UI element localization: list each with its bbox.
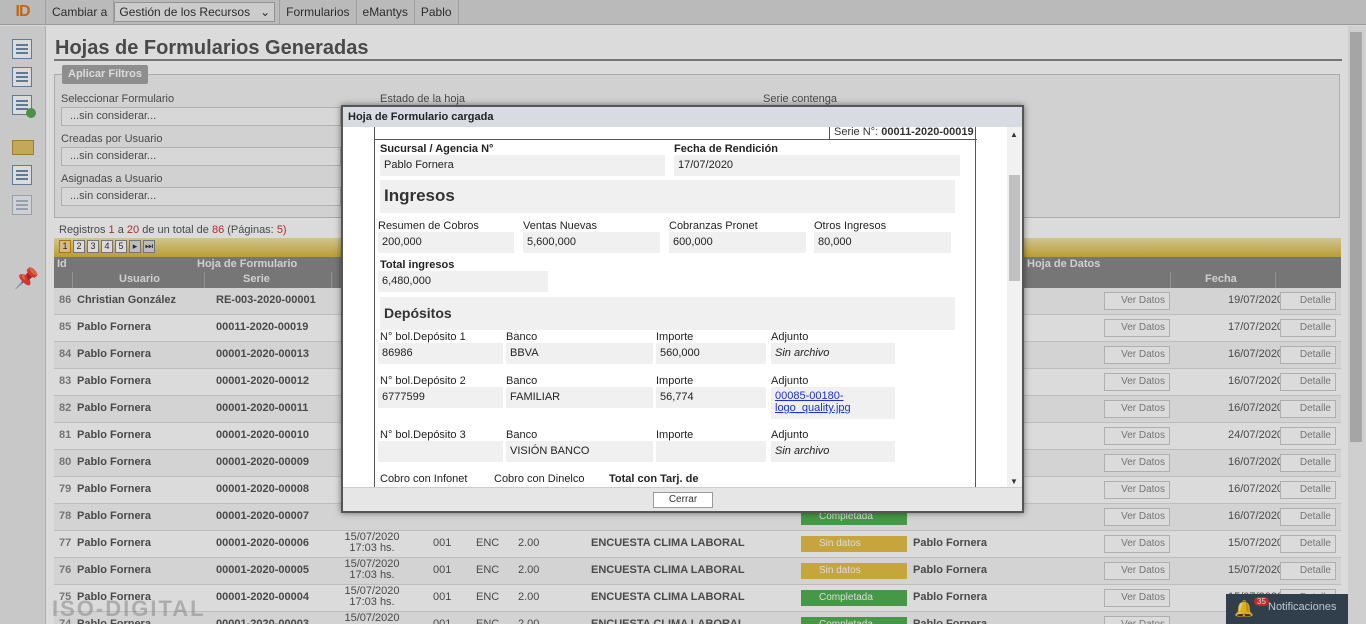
- deposit-1-bank-label: Banco: [506, 331, 538, 343]
- resumen-field: 200,000: [378, 232, 514, 253]
- deposit-1-attach: Sin archivo: [771, 343, 895, 364]
- modal-footer: Cerrar: [343, 487, 1022, 511]
- dinelco-label: Cobro con Dinelco: [494, 473, 585, 485]
- deposit-1-number: 86986: [378, 343, 503, 364]
- deposit-3-bank: VISIÓN BANCO: [506, 441, 653, 462]
- deposit-2-amount-label: Importe: [656, 375, 694, 387]
- form-sheet-modal: Hoja de Formulario cargada Serie N°: 000…: [341, 105, 1024, 513]
- deposit-1-amount-label: Importe: [656, 331, 694, 343]
- infonet-label: Cobro con Infonet: [380, 473, 468, 485]
- total-label: Total ingresos: [380, 259, 455, 271]
- ingresos-section: Ingresos: [380, 180, 955, 213]
- serie-box: Serie N°: 00011-2020-00019: [829, 127, 977, 140]
- sucursal-field: Pablo Fornera: [380, 155, 665, 176]
- deposit-2-bank: FAMILIAR: [506, 387, 653, 408]
- tarjeta-label: Total con Tarj. de: [609, 473, 699, 485]
- deposit-1-bank: BBVA: [506, 343, 653, 364]
- ventas-label: Ventas Nuevas: [523, 220, 597, 232]
- deposit-3-amount-label: Importe: [656, 429, 694, 441]
- deposit-3-amount: [656, 441, 766, 462]
- deposit-2-label: N° bol.Depósito 2: [380, 375, 466, 387]
- deposit-2-amount: 56,774: [656, 387, 766, 408]
- deposit-2-number: 6777599: [378, 387, 503, 408]
- form-sheet: Serie N°: 00011-2020-00019 Sucursal / Ag…: [374, 127, 977, 489]
- deposit-1-label: N° bol.Depósito 1: [380, 331, 466, 343]
- modal-scroll-thumb[interactable]: [1009, 175, 1020, 281]
- deposit-3-number: [378, 441, 503, 462]
- cobranzas-field: 600,000: [669, 232, 806, 253]
- deposit-3-attach-label: Adjunto: [771, 429, 809, 441]
- depositos-section: Depósitos: [380, 297, 955, 330]
- attachment-link[interactable]: 00085-00180- logo_quality.jpg: [775, 390, 851, 414]
- deposit-3-bank-label: Banco: [506, 429, 538, 441]
- fecha-label: Fecha de Rendición: [674, 143, 778, 155]
- deposit-2-attach-label: Adjunto: [771, 375, 809, 387]
- scroll-down-icon[interactable]: ▼: [1010, 477, 1018, 486]
- modal-scrollbar[interactable]: ▲ ▼: [1007, 127, 1022, 489]
- modal-body: Serie N°: 00011-2020-00019 Sucursal / Ag…: [343, 127, 1022, 489]
- otros-field: 80,000: [814, 232, 951, 253]
- deposit-2-attach: 00085-00180- logo_quality.jpg: [771, 387, 895, 419]
- deposit-3-label: N° bol.Depósito 3: [380, 429, 466, 441]
- deposit-1-attach-label: Adjunto: [771, 331, 809, 343]
- deposit-1-amount: 560,000: [656, 343, 766, 364]
- scroll-up-icon[interactable]: ▲: [1010, 130, 1018, 139]
- modal-title: Hoja de Formulario cargada: [343, 107, 1022, 127]
- fecha-field: 17/07/2020: [674, 155, 960, 176]
- deposit-3-attach: Sin archivo: [771, 441, 895, 462]
- cobranzas-label: Cobranzas Pronet: [669, 220, 758, 232]
- ventas-field: 5,600,000: [523, 232, 660, 253]
- sucursal-label: Sucursal / Agencia N°: [380, 143, 494, 155]
- otros-label: Otros Ingresos: [814, 220, 887, 232]
- resumen-label: Resumen de Cobros: [378, 220, 479, 232]
- total-field: 6,480,000: [378, 271, 548, 292]
- close-button[interactable]: Cerrar: [653, 492, 713, 508]
- deposit-2-bank-label: Banco: [506, 375, 538, 387]
